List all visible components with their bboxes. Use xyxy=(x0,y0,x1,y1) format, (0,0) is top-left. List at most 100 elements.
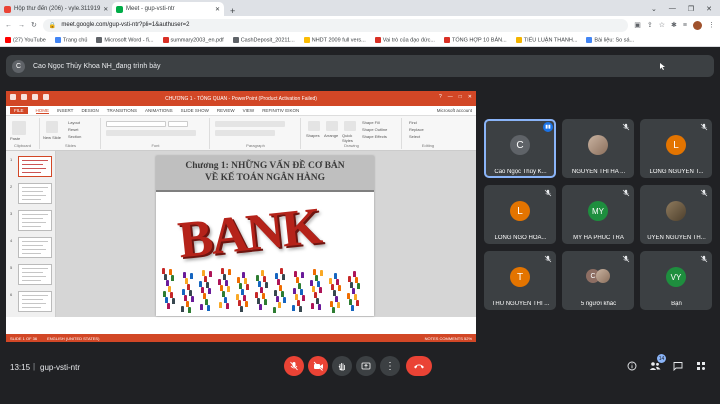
participant-tile[interactable]: L LONG NGUYEN T... xyxy=(640,119,712,178)
ribbon-tab[interactable]: ANIMATIONS xyxy=(145,108,173,113)
slide-thumbnail[interactable]: 4 xyxy=(10,237,52,258)
quick-styles-icon[interactable] xyxy=(344,121,356,131)
bookmark-item[interactable]: TIỂU LUẬN THANH... xyxy=(515,36,577,43)
chat-button[interactable] xyxy=(672,360,684,372)
bookmark-item[interactable]: Microsoft Word - fi... xyxy=(96,36,154,43)
leave-call-button[interactable] xyxy=(406,356,432,376)
ribbon-tab[interactable]: HOME xyxy=(35,108,50,114)
redo-icon[interactable] xyxy=(43,94,49,100)
bookmark-item[interactable]: NHDT 2009 full vers... xyxy=(303,36,366,43)
bookmark-item[interactable]: Bài liệu: So sá... xyxy=(586,36,634,43)
undo-icon[interactable] xyxy=(32,94,38,100)
mic-off-icon xyxy=(544,255,552,263)
layout-button[interactable]: Layout xyxy=(68,120,80,125)
participant-tile[interactable]: NGUYEN THI HA ... xyxy=(562,119,634,178)
share-icon[interactable]: ⇪ xyxy=(647,21,653,29)
raise-hand-button[interactable] xyxy=(332,356,352,376)
close-icon[interactable]: ✕ xyxy=(468,94,472,100)
meeting-details-button[interactable] xyxy=(626,360,638,372)
select-button[interactable]: Select xyxy=(409,134,420,139)
reload-icon[interactable]: ↻ xyxy=(31,21,37,29)
browser-tab-strip: Hộp thư đến (206) - vyle.311919 ✕ Meet -… xyxy=(0,0,720,16)
ribbon-tab[interactable]: INSERT xyxy=(57,108,73,113)
tab-search-icon[interactable]: ≡ xyxy=(683,22,687,29)
help-icon[interactable]: ? xyxy=(439,94,442,100)
crowd-figure xyxy=(357,283,360,289)
participant-tile[interactable]: T THU NGUYEN THI ... xyxy=(484,251,556,310)
ribbon-tab[interactable]: TRANSITIONS xyxy=(107,108,137,113)
back-icon[interactable]: ← xyxy=(5,22,12,29)
microphone-toggle-button[interactable] xyxy=(284,356,304,376)
slide-thumbnail[interactable]: 5 xyxy=(10,264,52,285)
arrange-icon[interactable] xyxy=(326,121,338,131)
participant-tile[interactable]: L LONG NGO HOA... xyxy=(484,185,556,244)
ribbon-tab[interactable]: FILE xyxy=(10,107,28,114)
minimize-icon[interactable]: — xyxy=(669,5,676,13)
shape-effects-button[interactable]: Shape Effects xyxy=(362,134,387,139)
participant-tile[interactable]: ▮▮ C Cao Ngọc Thủy K... xyxy=(484,119,556,178)
ribbon-tab[interactable]: REVIEW xyxy=(217,108,235,113)
url-field[interactable]: 🔒 meet.google.com/gup-vsti-ntr?pli=1&aut… xyxy=(42,18,629,32)
new-slide-icon[interactable] xyxy=(46,121,58,133)
font-format-buttons[interactable] xyxy=(106,130,196,136)
shape-fill-button[interactable]: Shape Fill xyxy=(362,120,380,125)
tab-gmail[interactable]: Hộp thư đến (206) - vyle.311919 ✕ xyxy=(0,2,112,16)
bookmark-item[interactable]: TỔNG HỢP 10 BẢN... xyxy=(443,36,507,43)
profile-icon[interactable] xyxy=(693,20,702,30)
present-screen-button[interactable] xyxy=(356,356,376,376)
close-window-icon[interactable]: ✕ xyxy=(706,5,712,13)
shape-outline-button[interactable]: Shape Outline xyxy=(362,127,387,132)
participant-tile[interactable]: VY Bạn xyxy=(640,251,712,310)
bookmark-item[interactable]: Vai trò của đạo đức... xyxy=(374,36,435,43)
slide-thumbnail[interactable]: 1 xyxy=(10,156,52,177)
reset-button[interactable]: Reset xyxy=(68,127,78,132)
bookmark-item[interactable]: summary2003_en.pdf xyxy=(162,36,224,43)
forward-icon[interactable]: → xyxy=(18,22,25,29)
bookmark-item[interactable]: (27) YouTube xyxy=(5,36,46,43)
tab-meet[interactable]: Meet - gup-vsti-ntr ✕ xyxy=(112,2,224,16)
shapes-icon[interactable] xyxy=(308,121,320,131)
ribbon-tab[interactable]: REFINITIV EIKON xyxy=(262,108,299,113)
thumbnail-line xyxy=(22,276,46,277)
ribbon-tab[interactable]: SLIDE SHOW xyxy=(181,108,209,113)
ribbon-tab[interactable]: VIEW xyxy=(243,108,255,113)
slide-thumbnail[interactable]: 6 xyxy=(10,291,52,312)
bookmark-item[interactable]: Trang chủ xyxy=(54,36,87,43)
section-button[interactable]: Section xyxy=(68,134,81,139)
participant-tile[interactable]: UYEN NGUYEN TH... xyxy=(640,185,712,244)
current-slide[interactable]: Chương 1: NHỮNG VẤN ĐỀ CƠ BẢN VỀ KẾ TOÁN… xyxy=(156,156,374,316)
camera-icon[interactable]: ▣ xyxy=(634,21,641,29)
participant-tile[interactable]: C5 người khác xyxy=(562,251,634,310)
font-size-select[interactable] xyxy=(168,121,188,127)
shared-screen[interactable]: CHƯƠNG 1 - TỔNG QUAN - PowerPoint (Produ… xyxy=(6,91,476,342)
activities-button[interactable] xyxy=(695,360,707,372)
font-family-select[interactable] xyxy=(106,121,166,127)
bookmark-item[interactable]: CashDeposit_20211... xyxy=(232,36,295,43)
hand-icon xyxy=(338,363,345,371)
maximize-icon[interactable]: □ xyxy=(459,94,462,100)
replace-button[interactable]: Replace xyxy=(409,127,424,132)
new-tab-button[interactable]: + xyxy=(224,6,241,16)
save-icon[interactable] xyxy=(21,94,27,100)
crowd-figure xyxy=(191,296,194,302)
account-button[interactable]: Microsoft account xyxy=(437,108,472,113)
close-icon[interactable]: ✕ xyxy=(215,6,220,13)
participant-tile[interactable]: MY MY HA PHUC TRA xyxy=(562,185,634,244)
extensions-icon[interactable]: ✱ xyxy=(671,21,677,29)
maximize-icon[interactable]: ❐ xyxy=(688,5,694,13)
find-button[interactable]: Find xyxy=(409,120,417,125)
participant-name: Bạn xyxy=(671,301,682,307)
close-icon[interactable]: ✕ xyxy=(103,6,108,13)
slide-thumbnail[interactable]: 2 xyxy=(10,183,52,204)
list-buttons[interactable] xyxy=(215,121,285,127)
paste-icon[interactable] xyxy=(12,121,26,135)
camera-toggle-button[interactable] xyxy=(308,356,328,376)
star-icon[interactable]: ☆ xyxy=(659,21,665,29)
chevron-down-icon[interactable]: ⌄ xyxy=(651,5,657,13)
ribbon-tab[interactable]: DESIGN xyxy=(81,108,98,113)
menu-icon[interactable]: ⋮ xyxy=(708,21,715,29)
minimize-icon[interactable]: — xyxy=(448,94,453,100)
align-buttons[interactable] xyxy=(215,130,275,136)
slide-thumbnail[interactable]: 3 xyxy=(10,210,52,231)
more-options-button[interactable]: ⋮ xyxy=(380,356,400,376)
